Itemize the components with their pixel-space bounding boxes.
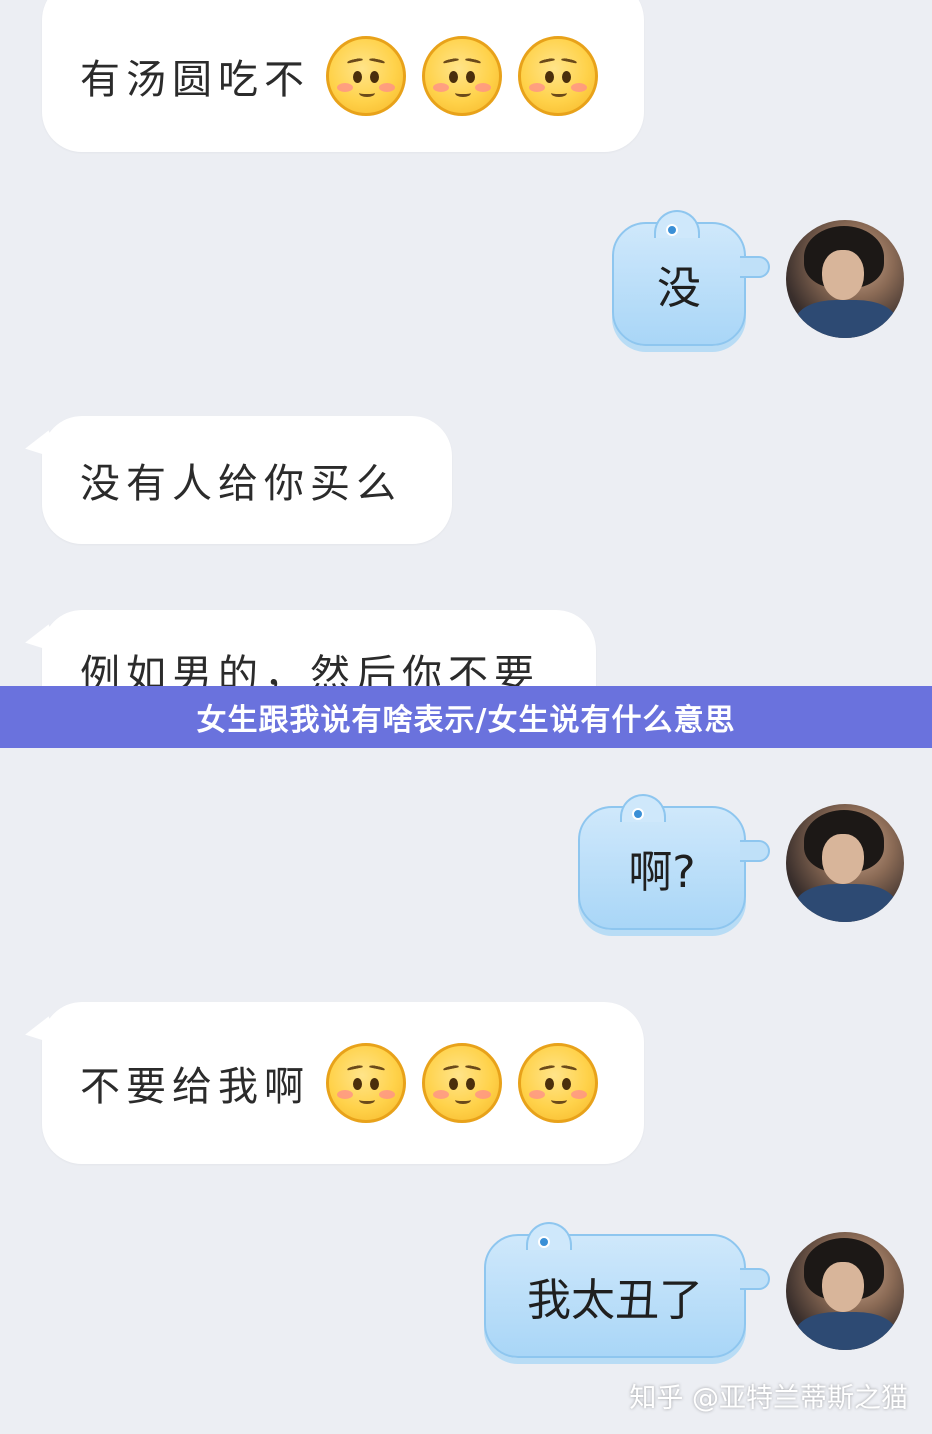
user-avatar[interactable] xyxy=(786,220,904,338)
pleading-face-icon xyxy=(422,36,502,116)
bubble-decoration xyxy=(654,210,700,238)
bubble-eye-decoration xyxy=(632,808,644,820)
message-text: 没有人给你买么 xyxy=(80,461,402,507)
outgoing-message-bubble[interactable]: 我太丑了 xyxy=(484,1222,770,1358)
message-text: 啊? xyxy=(628,847,696,898)
bubble-tail xyxy=(740,840,770,862)
message-text: 有汤圆吃不 xyxy=(80,57,310,103)
bubble-tail xyxy=(740,256,770,278)
bubble-tail xyxy=(740,1268,770,1290)
outgoing-message-bubble[interactable]: 啊? xyxy=(578,794,770,930)
bubble-tail xyxy=(22,1016,58,1054)
incoming-message-bubble[interactable]: 不要给我啊 xyxy=(22,1002,644,1164)
bubble-decoration xyxy=(526,1222,572,1250)
outgoing-message-bubble[interactable]: 没 xyxy=(612,210,770,346)
bubble-eye-decoration xyxy=(666,224,678,236)
message-text: 不要给我啊 xyxy=(80,1064,310,1110)
message-text: 没 xyxy=(657,263,701,314)
article-title: 女生跟我说有啥表示/女生说有什么意思 xyxy=(196,703,736,738)
pleading-face-icon xyxy=(326,36,406,116)
user-avatar[interactable] xyxy=(786,804,904,922)
incoming-message-bubble[interactable]: 有汤圆吃不 xyxy=(42,0,644,152)
pleading-face-icon xyxy=(518,1043,598,1123)
user-avatar[interactable] xyxy=(786,1232,904,1350)
pleading-face-icon xyxy=(422,1043,502,1123)
watermark: 知乎 @亚特兰蒂斯之猫 xyxy=(629,1383,908,1414)
bubble-tail xyxy=(22,624,58,662)
article-title-banner: 女生跟我说有啥表示/女生说有什么意思 xyxy=(0,686,932,748)
incoming-message-bubble[interactable]: 没有人给你买么 xyxy=(22,416,452,544)
message-text: 我太丑了 xyxy=(527,1275,703,1326)
pleading-face-icon xyxy=(518,36,598,116)
bubble-tail xyxy=(22,430,58,468)
pleading-face-icon xyxy=(326,1043,406,1123)
bubble-eye-decoration xyxy=(538,1236,550,1248)
bubble-decoration xyxy=(620,794,666,822)
chat-view: 有汤圆吃不 没 没有人给你买么 例如男的，然后你不要 女生跟我说有啥表示/女生说… xyxy=(0,0,932,1434)
